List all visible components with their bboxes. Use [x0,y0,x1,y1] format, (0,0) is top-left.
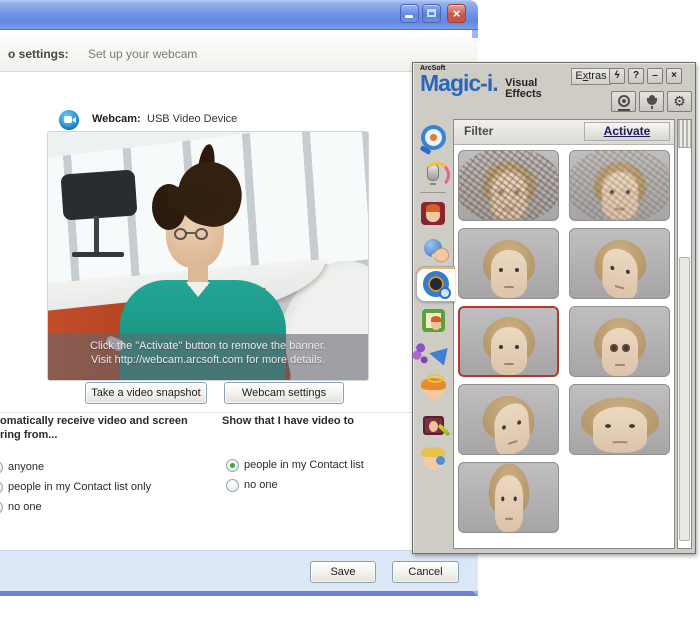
receive-group-heading-line2: ring from... [0,429,57,441]
maximize-icon [427,9,436,17]
scrollbar-grip[interactable] [678,120,691,148]
video-settings-window: × o settings: Set up your webcam Webcam:… [0,0,478,596]
microphone-button[interactable] [639,91,664,112]
touch-ball-icon [424,239,442,257]
enhance-lens-icon [419,123,448,152]
radio-circle[interactable] [0,481,3,494]
gear-icon: ⚙ [673,93,686,109]
filter-thumb-swirl[interactable] [458,384,559,455]
filter-scrollbar[interactable] [677,119,692,549]
radio-circle[interactable] [226,479,239,492]
radio-label: no one [244,479,278,491]
mask-face-icon [423,450,443,470]
filter-lens-icon [423,271,449,297]
sidebar-item-frame[interactable] [416,303,450,337]
sidebar-item-filter-selected[interactable] [416,266,455,302]
arcsoft-logo: ArcSoft Magic-i. Visual Effects [420,65,542,100]
glasses [174,228,208,242]
webcam-icon [59,110,79,130]
webcam-source-button[interactable] [611,91,636,112]
maximize-button[interactable] [422,4,441,23]
panel-title: Filter [464,124,493,138]
sidebar-divider [420,192,446,193]
close-button[interactable]: × [666,68,682,84]
microphone-effects-icon [427,164,439,181]
banner-line-2: Visit http://webcam.arcsoft.com for more… [48,354,368,366]
receive-group-heading-line1: omatically receive video and screen [0,415,188,427]
minimize-icon [405,15,413,18]
radio-label: no one [8,501,42,513]
show-group-heading: Show that I have video to [222,415,354,427]
chair-pole [94,216,99,254]
radio-label: anyone [8,461,44,473]
radio-label: people in my Contact list [244,459,364,471]
sidebar-item-mask[interactable] [416,443,450,477]
settings-section-header: o settings: Set up your webcam [0,38,478,72]
office-chair [60,169,137,220]
effects-sidebar [414,119,454,478]
sidebar-item-picture-edit[interactable] [416,408,450,442]
minimize-button[interactable]: – [647,68,663,84]
settings-button[interactable]: ⚙ [667,91,692,112]
picture-edit-icon [423,416,444,435]
sidebar-item-touch[interactable] [416,231,450,265]
section-divider [0,412,460,413]
visual-effects-tagline: Visual Effects [505,78,542,100]
close-button[interactable]: × [447,4,466,23]
take-snapshot-button[interactable]: Take a video snapshot [85,382,207,404]
filter-thumb-original[interactable] [458,228,559,299]
radio-circle-selected[interactable] [226,459,239,472]
chair-base [72,252,124,257]
cancel-button[interactable]: Cancel [392,561,459,583]
microphone-icon [646,95,658,108]
sidebar-item-angel[interactable] [416,373,450,407]
sidebar-item-avatar[interactable] [416,196,450,230]
activate-button[interactable]: Activate [584,122,670,141]
sidebar-item-microphone[interactable] [416,155,450,189]
photo-frame-icon [422,309,445,332]
webcam-label: Webcam: [92,113,141,125]
sidebar-item-broadcast[interactable] [416,338,450,372]
help-button[interactable]: ? [628,68,644,84]
extras-menu-button[interactable]: Extras [571,68,611,85]
trial-banner-overlay: Click the "Activate" button to remove th… [48,334,368,380]
filter-panel-header: Filter Activate [454,120,674,145]
window-titlebar[interactable]: × [0,0,478,30]
section-subtitle: Set up your webcam [88,47,197,61]
angel-avatar-icon [424,381,443,399]
magic-i-logo-text: Magic-i. [420,72,498,94]
bolt-button[interactable]: ϟ [609,68,625,84]
webcam-preview: Click the "Activate" button to remove th… [48,132,368,380]
screenshot-stage: × o settings: Set up your webcam Webcam:… [0,0,700,628]
filter-grid [454,145,674,539]
radio-label: people in my Contact list only [8,481,151,493]
webcam-icon [618,95,630,107]
webcam-device-name: USB Video Device [147,113,237,125]
filter-thumb-twist[interactable] [569,228,670,299]
broadcast-icon [427,344,447,365]
banner-line-1: Click the "Activate" button to remove th… [48,340,368,352]
minimize-button[interactable] [400,4,419,23]
radio-circle[interactable] [0,501,3,514]
filter-thumb-dissolve-light[interactable] [569,150,670,221]
section-title: o settings: [8,47,69,61]
magic-i-window: ArcSoft Magic-i. Visual Effects Extras ϟ… [412,62,696,554]
radio-circle[interactable] [0,461,3,474]
scrollbar-thumb[interactable] [679,257,690,541]
filter-thumb-frown-selected[interactable] [458,306,559,377]
filter-thumb-dissolve-strong[interactable] [458,150,559,221]
avatar-frame-icon [421,202,445,225]
save-button[interactable]: Save [310,561,376,583]
webcam-settings-button[interactable]: Webcam settings [224,382,344,404]
filter-thumb-wide-face[interactable] [569,384,670,455]
filter-thumb-thin-face[interactable] [458,462,559,533]
sidebar-item-enhance[interactable] [416,120,450,154]
filter-panel: Filter Activate [453,119,675,549]
filter-thumb-big-eyes[interactable] [569,306,670,377]
